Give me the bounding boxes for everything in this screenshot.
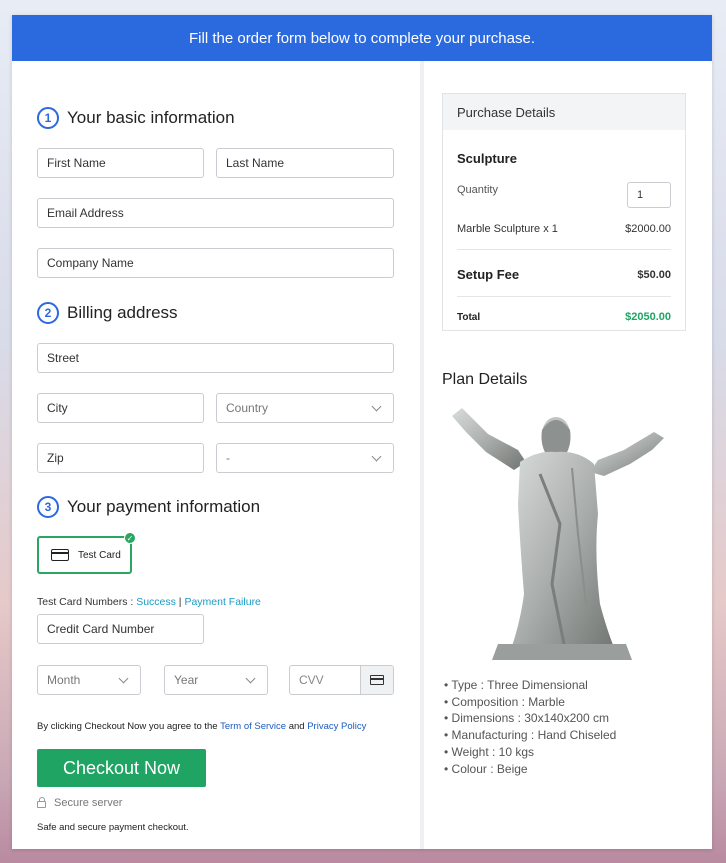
total-row: Total $2050.00 xyxy=(457,311,671,323)
street-placeholder: Street xyxy=(47,351,80,365)
cvv-input[interactable]: CVV xyxy=(289,665,394,695)
agreement-text: By clicking Checkout Now you agree to th… xyxy=(37,721,366,732)
payment-title: Your payment information xyxy=(67,497,261,516)
purchase-details-box: Purchase Details Sculpture Quantity 1 Ma… xyxy=(442,93,686,331)
quantity-label: Quantity xyxy=(457,184,498,196)
test-numbers-label: Test Card Numbers : xyxy=(37,596,137,608)
top-banner: Fill the order form below to complete yo… xyxy=(12,15,712,61)
city-input[interactable]: City xyxy=(37,393,204,423)
banner-text: Fill the order form below to complete yo… xyxy=(189,29,535,47)
country-select[interactable]: Country xyxy=(216,393,394,423)
quantity-row: Quantity 1 xyxy=(457,182,671,208)
payment-failure-link[interactable]: Payment Failure xyxy=(184,596,260,608)
company-input[interactable]: Company Name xyxy=(37,248,394,278)
chevron-down-icon xyxy=(118,673,129,683)
divider xyxy=(457,249,671,250)
checkout-page: Fill the order form below to complete yo… xyxy=(12,15,712,849)
purchase-details-header: Purchase Details xyxy=(443,94,685,130)
step-1-icon: 1 xyxy=(37,107,59,129)
agreement-prefix: By clicking Checkout Now you agree to th… xyxy=(37,721,221,732)
plan-details-title: Plan Details xyxy=(442,371,528,388)
product-name: Sculpture xyxy=(457,151,671,166)
cvv-addon xyxy=(360,666,393,694)
billing-title: Billing address xyxy=(67,303,178,322)
divider xyxy=(457,296,671,297)
success-link[interactable]: Success xyxy=(136,596,176,608)
company-placeholder: Company Name xyxy=(47,256,134,270)
cvv-placeholder: CVV xyxy=(299,673,324,687)
street-input[interactable]: Street xyxy=(37,343,394,373)
first-name-input[interactable]: First Name xyxy=(37,148,204,178)
secure-server-label: Secure server xyxy=(54,797,123,809)
checkmark-icon: ✓ xyxy=(124,532,136,544)
chevron-down-icon xyxy=(245,673,256,683)
state-select[interactable]: - xyxy=(216,443,394,473)
payment-heading: 3 Your payment information xyxy=(37,496,260,518)
test-card-numbers: Test Card Numbers : Success | Payment Fa… xyxy=(37,596,261,608)
feature-item: Dimensions : 30x140x200 cm xyxy=(444,710,616,727)
total-label: Total xyxy=(457,311,481,323)
first-name-placeholder: First Name xyxy=(47,156,106,170)
item-price: $2000.00 xyxy=(625,223,671,235)
step-3-icon: 3 xyxy=(37,496,59,518)
checkout-now-button[interactable]: Checkout Now xyxy=(37,749,206,787)
chevron-down-icon xyxy=(371,451,382,461)
secure-server: Secure server xyxy=(37,796,123,809)
credit-card-icon xyxy=(51,549,69,561)
privacy-link[interactable]: Privacy Policy xyxy=(307,721,366,732)
state-value: - xyxy=(226,451,230,465)
month-select[interactable]: Month xyxy=(37,665,141,695)
secure-note: Safe and secure payment checkout. xyxy=(37,822,189,833)
city-placeholder: City xyxy=(47,401,68,415)
month-value: Month xyxy=(47,673,81,687)
agreement-and: and xyxy=(286,721,308,732)
last-name-placeholder: Last Name xyxy=(226,156,285,170)
setup-fee-label: Setup Fee xyxy=(457,267,520,282)
country-value: Country xyxy=(226,401,269,415)
setup-fee-row: Setup Fee $50.00 xyxy=(457,267,671,282)
feature-item: Weight : 10 kgs xyxy=(444,744,616,761)
card-number-placeholder: Credit Card Number xyxy=(47,622,155,636)
feature-item: Manufacturing : Hand Chiseled xyxy=(444,727,617,744)
test-card-label: Test Card xyxy=(78,549,121,561)
last-name-input[interactable]: Last Name xyxy=(216,148,394,178)
quantity-value: 1 xyxy=(637,189,644,201)
basic-info-heading: 1 Your basic information xyxy=(37,107,235,129)
item-row: Marble Sculpture x 1 $2000.00 xyxy=(457,223,671,235)
test-card-option[interactable]: Test Card ✓ xyxy=(37,532,136,574)
step-2-icon: 2 xyxy=(37,302,59,324)
zip-placeholder: Zip xyxy=(47,451,64,465)
feature-item: Composition : Marble xyxy=(444,694,616,711)
email-placeholder: Email Address xyxy=(47,206,124,220)
basic-info-title: Your basic information xyxy=(67,108,235,127)
email-input[interactable]: Email Address xyxy=(37,198,394,228)
column-divider xyxy=(420,61,424,849)
card-number-input[interactable]: Credit Card Number xyxy=(37,614,204,644)
zip-input[interactable]: Zip xyxy=(37,443,204,473)
item-label: Marble Sculpture x 1 xyxy=(457,223,558,235)
quantity-input[interactable]: 1 xyxy=(627,182,671,208)
sculpture-image xyxy=(452,408,664,660)
year-select[interactable]: Year xyxy=(164,665,268,695)
terms-link[interactable]: Term of Service xyxy=(220,721,286,732)
total-price: $2050.00 xyxy=(625,311,671,323)
chevron-down-icon xyxy=(371,401,382,411)
setup-fee-price: $50.00 xyxy=(637,268,671,281)
plan-features: Type : Three Dimensional Composition : M… xyxy=(444,677,616,777)
feature-item: Type : Three Dimensional xyxy=(444,677,616,694)
lock-icon xyxy=(37,796,46,808)
billing-heading: 2 Billing address xyxy=(37,302,178,324)
credit-card-icon xyxy=(370,675,384,685)
product-title: Sculpture xyxy=(457,151,517,166)
year-value: Year xyxy=(174,673,199,687)
feature-item: Colour : Beige xyxy=(444,761,616,778)
